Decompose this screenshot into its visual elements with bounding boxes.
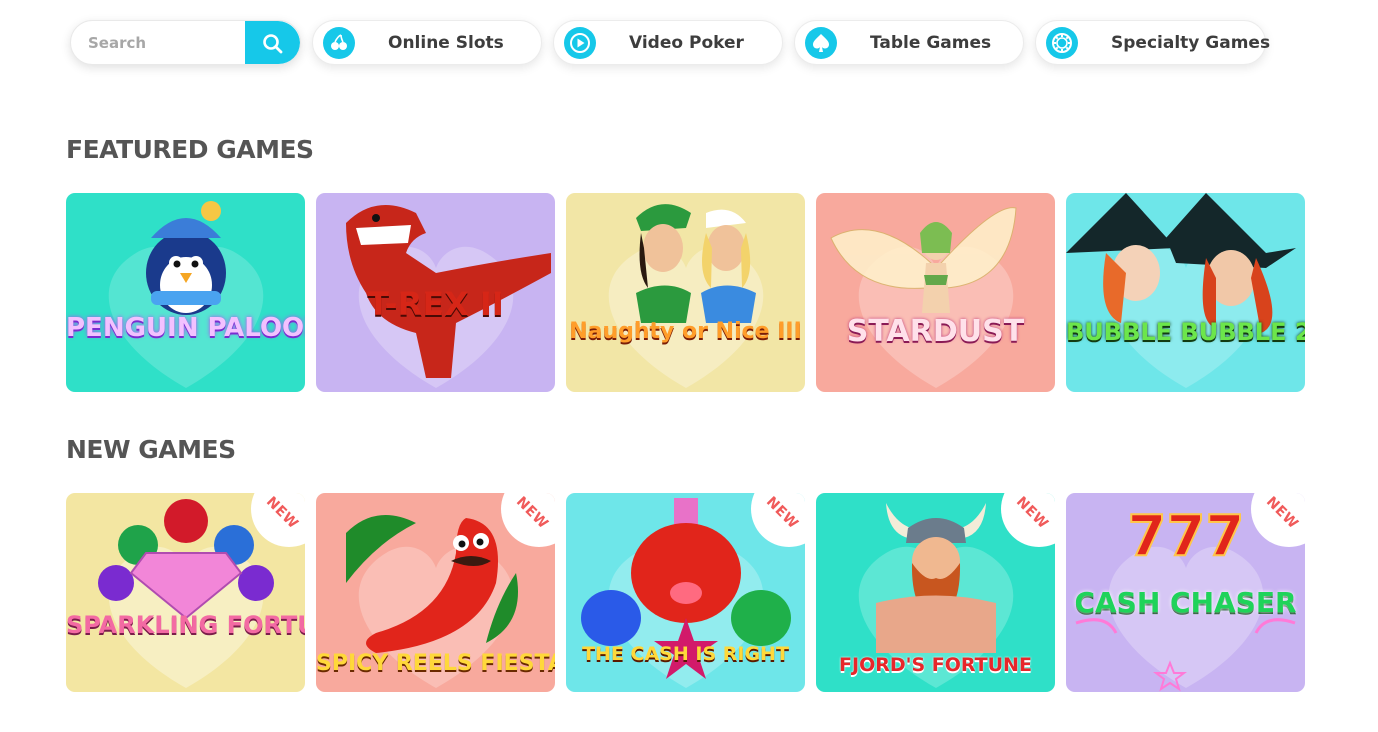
game-tile-penguin-palooza[interactable]: PENGUIN PALOOZA xyxy=(66,193,305,392)
game-thumbnail xyxy=(830,207,1017,388)
spade-icon xyxy=(805,26,837,59)
category-label: Table Games xyxy=(870,32,992,53)
featured-games-heading: FEATURED GAMES xyxy=(66,135,314,164)
category-label: Online Slots xyxy=(388,32,504,53)
game-title: T-REX II xyxy=(367,285,504,323)
game-tile-bubble-bubble-2[interactable]: BUBBLE BUBBLE 2 xyxy=(1066,193,1305,392)
svg-text:777: 777 xyxy=(1128,504,1245,569)
game-title: Naughty or Nice III xyxy=(569,319,802,344)
game-tile-stardust[interactable]: STARDUST xyxy=(816,193,1055,392)
game-title: BUBBLE BUBBLE 2 xyxy=(1066,318,1305,346)
game-thumbnail xyxy=(108,201,264,388)
category-video-poker[interactable]: Video Poker xyxy=(553,20,783,65)
game-title: FJORD'S FORTUNE xyxy=(839,654,1032,676)
cherries-icon xyxy=(323,26,355,59)
game-thumbnail xyxy=(608,204,764,388)
chip-icon xyxy=(1046,26,1078,59)
category-online-slots[interactable]: Online Slots xyxy=(312,20,542,65)
game-thumbnail xyxy=(1066,193,1296,388)
game-tile-sparkling-fortunes[interactable]: SPARKLING FORTUNES NEW xyxy=(66,493,305,692)
top-navigation: Online Slots Video Poker Table Games xyxy=(0,0,1378,90)
search-box xyxy=(70,20,301,65)
game-tile-the-cash-is-right[interactable]: THE CASH IS RIGHT NEW xyxy=(566,493,805,692)
search-icon xyxy=(262,33,282,53)
game-title: SPICY REELS FIESTA xyxy=(316,651,555,676)
game-title: PENGUIN PALOOZA xyxy=(66,313,305,343)
category-label: Video Poker xyxy=(629,32,744,53)
category-table-games[interactable]: Table Games xyxy=(794,20,1024,65)
new-games-heading: NEW GAMES xyxy=(66,435,236,464)
category-specialty-games[interactable]: Specialty Games xyxy=(1035,20,1270,65)
search-input[interactable] xyxy=(71,21,247,64)
game-tile-spicy-reels-fiesta[interactable]: SPICY REELS FIESTA NEW xyxy=(316,493,555,692)
game-title: CASH CHASER xyxy=(1074,586,1297,619)
game-title: SPARKLING FORTUNES xyxy=(66,611,305,639)
play-icon xyxy=(564,26,596,59)
game-tile-t-rex-ii[interactable]: T-REX II xyxy=(316,193,555,392)
search-button[interactable] xyxy=(245,21,300,64)
game-title: STARDUST xyxy=(846,314,1025,349)
game-tile-cash-chaser[interactable]: 777 CASH CHASER NEW xyxy=(1066,493,1305,692)
game-tile-naughty-or-nice-iii[interactable]: Naughty or Nice III xyxy=(566,193,805,392)
category-label: Specialty Games xyxy=(1111,32,1271,53)
game-title: THE CASH IS RIGHT xyxy=(582,643,789,665)
game-tile-fjords-fortune[interactable]: FJORD'S FORTUNE NEW xyxy=(816,493,1055,692)
